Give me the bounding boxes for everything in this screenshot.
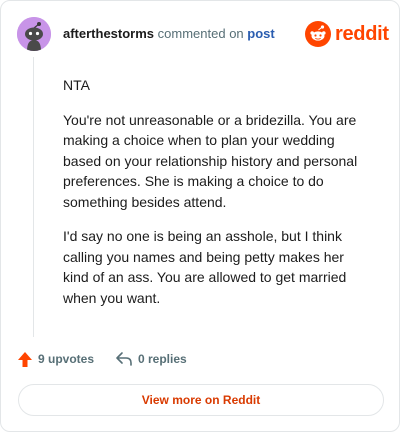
author-username[interactable]: afterthestorms — [63, 26, 154, 41]
comment-actions: 9 upvotes 0 replies — [17, 349, 383, 369]
reddit-logo[interactable]: reddit — [305, 21, 389, 47]
reddit-wordmark: reddit — [335, 23, 389, 45]
reply-arrow-icon — [116, 352, 132, 366]
snoo-avatar-icon[interactable] — [17, 17, 51, 51]
comment-paragraph: NTA — [63, 77, 90, 93]
reddit-comment-embed: afterthestorms commented on post reddit … — [0, 0, 400, 432]
comment-header: afterthestorms commented on post reddit — [17, 17, 389, 51]
upvote-arrow-icon — [18, 351, 32, 367]
commented-on-text: commented on — [157, 26, 244, 41]
upvote-count: 9 upvotes — [38, 352, 95, 366]
comment-byline: afterthestorms commented on post — [63, 26, 275, 42]
upvote-button[interactable]: 9 upvotes — [17, 349, 94, 369]
reddit-snoo-icon — [305, 21, 331, 47]
view-more-button[interactable]: View more on Reddit — [18, 384, 384, 416]
reply-count: 0 replies — [138, 352, 187, 366]
reply-button[interactable]: 0 replies — [115, 349, 187, 369]
comment-paragraph: You're not unreasonable or a bridezilla.… — [63, 111, 358, 210]
post-link[interactable]: post — [247, 26, 274, 41]
thread-line — [33, 57, 34, 337]
comment-body: NTA You're not unreasonable or a bridezi… — [63, 75, 363, 308]
comment-paragraph: I'd say no one is being an asshole, but … — [63, 228, 347, 306]
